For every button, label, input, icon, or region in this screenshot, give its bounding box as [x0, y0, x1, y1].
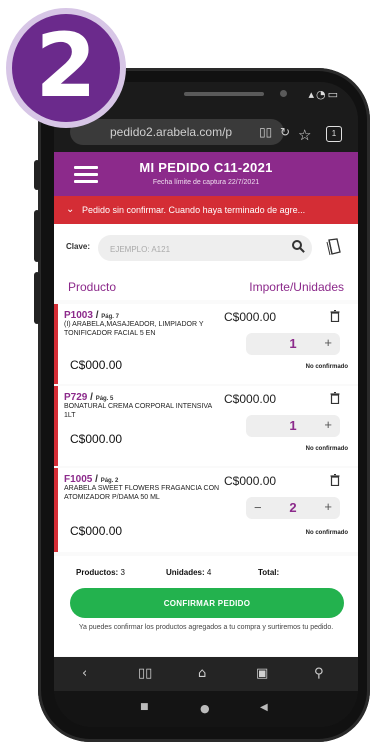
quantity-stepper: 1 +	[246, 415, 340, 437]
unconfirmed-alert[interactable]: ⌄ Pedido sin confirmar. Cuando haya term…	[54, 196, 358, 224]
item-code-row: P1003 / Pág. 7	[64, 310, 119, 321]
app-header: MI PEDIDO C11-2021 Fecha límite de captu…	[54, 152, 358, 196]
search-row: Clave:	[54, 224, 358, 272]
phone-side-button	[34, 160, 40, 190]
refresh-icon[interactable]: ↻	[280, 125, 290, 139]
item-description: (I) ARABELA,MASAJEADOR, LIMPIADOR Y TONI…	[64, 321, 204, 337]
item-amount: C$000.00	[224, 392, 277, 406]
item-amount: C$000.00	[224, 474, 277, 488]
product-column-header: Producto	[68, 280, 117, 294]
step-number: 2	[35, 14, 97, 117]
speaker-slot	[184, 92, 264, 96]
trash-icon[interactable]	[330, 392, 340, 404]
search-icon[interactable]	[292, 240, 302, 250]
downloads-icon[interactable]: ▣	[256, 666, 268, 681]
trash-icon[interactable]	[330, 474, 340, 486]
units-label: Unidades:	[166, 568, 205, 577]
products-summary: Productos: 3	[76, 568, 125, 577]
item-price: C$000.00	[70, 524, 123, 538]
catalog-icon[interactable]	[326, 238, 342, 256]
item-page: Pág. 2	[100, 478, 119, 484]
search-field	[98, 235, 312, 263]
alert-text: Pedido sin confirmar. Cuando haya termin…	[82, 205, 306, 215]
confirm-note: Ya puedes confirmar los productos agrega…	[78, 624, 334, 631]
item-page: Pág. 5	[95, 396, 114, 402]
item-code: P729	[64, 392, 88, 403]
bookmarks-icon[interactable]: ▯▯	[138, 666, 152, 681]
amount-column-header: Importe/Unidades	[249, 280, 344, 294]
item-status: No confirmado	[305, 446, 348, 452]
item-code-row: F1005 / Pág. 2	[64, 474, 119, 485]
step-badge: 2	[6, 8, 126, 128]
home-circle-icon[interactable]: ●	[200, 702, 210, 715]
item-amount: C$000.00	[224, 310, 277, 324]
camera-dot	[280, 90, 287, 97]
star-icon[interactable]: ☆	[298, 126, 311, 144]
item-code-row: P729 / Pág. 5	[64, 392, 114, 403]
order-item: P1003 / Pág. 7 (I) ARABELA,MASAJEADOR, L…	[54, 304, 358, 384]
plus-button[interactable]: +	[324, 499, 332, 514]
order-item: P729 / Pág. 5 BONATURAL CREMA CORPORAL I…	[54, 386, 358, 466]
products-value: 3	[120, 568, 125, 577]
units-summary: Unidades: 4	[166, 568, 211, 577]
url-text: pedido2.arabela.com/p	[110, 125, 233, 139]
item-price: C$000.00	[70, 432, 123, 446]
total-label: Total:	[258, 568, 280, 577]
confirm-order-button[interactable]: CONFIRMAR PEDIDO	[70, 588, 344, 618]
search-input[interactable]	[98, 235, 282, 263]
item-code: F1005	[64, 474, 93, 485]
deadline-text: Fecha límite de captura 22/7/2021	[152, 179, 260, 186]
browser-bar: pedido2.arabela.com/p ▯▯ ↻ ☆ 1	[54, 112, 358, 152]
back-triangle-icon[interactable]: ◀	[260, 702, 268, 713]
column-headers: Producto Importe/Unidades	[54, 272, 358, 300]
item-page: Pág. 7	[101, 314, 119, 320]
profile-icon[interactable]: ⚲	[314, 666, 324, 681]
order-summary-panel: Productos: 3 Unidades: 4 Total: CONFIRMA…	[54, 556, 358, 656]
browser-nav-bar: ‹ ▯▯ ⌂ ▣ ⚲	[54, 657, 358, 691]
item-price: C$000.00	[70, 358, 123, 372]
quantity-stepper: 1 +	[246, 333, 340, 355]
page-title: MI PEDIDO C11-2021	[139, 160, 273, 175]
home-icon[interactable]: ⌂	[198, 666, 206, 681]
phone-volume-button	[34, 210, 40, 262]
item-description: BONATURAL CREMA CORPORAL INTENSIVA 1LT	[64, 403, 212, 419]
phone-screen: ▴◔▭ pedido2.arabela.com/p ▯▯ ↻ ☆ 1 MI PE…	[54, 82, 358, 727]
order-item: F1005 / Pág. 2 ARABELA SWEET FLOWERS FRA…	[54, 468, 358, 552]
book-icon[interactable]: ▯▯	[259, 125, 272, 139]
chevron-down-icon: ⌄	[66, 204, 75, 215]
system-nav-bar: ■ ● ◀	[54, 691, 358, 727]
plus-button[interactable]: +	[324, 417, 332, 432]
item-status: No confirmado	[305, 364, 348, 370]
total-summary: Total:	[258, 568, 279, 577]
back-icon[interactable]: ‹	[82, 666, 87, 681]
quantity-stepper: − 2 +	[246, 497, 340, 519]
item-status: No confirmado	[305, 530, 348, 536]
search-label: Clave:	[66, 242, 91, 251]
status-icons: ▴◔▭	[308, 88, 340, 101]
plus-button[interactable]: +	[324, 335, 332, 350]
url-field[interactable]: pedido2.arabela.com/p	[70, 119, 284, 145]
phone-volume-button-2	[34, 272, 40, 324]
trash-icon[interactable]	[330, 310, 340, 322]
tabs-count: 1	[331, 129, 337, 138]
products-label: Productos:	[76, 568, 119, 577]
item-description: ARABELA SWEET FLOWERS FRAGANCIA CON ATOM…	[64, 485, 220, 501]
units-value: 4	[206, 568, 212, 577]
recents-icon[interactable]: ■	[140, 702, 149, 712]
url-icons: ▯▯ ↻	[259, 119, 290, 145]
item-code: P1003	[64, 310, 93, 321]
tabs-icon[interactable]: 1	[326, 126, 342, 142]
